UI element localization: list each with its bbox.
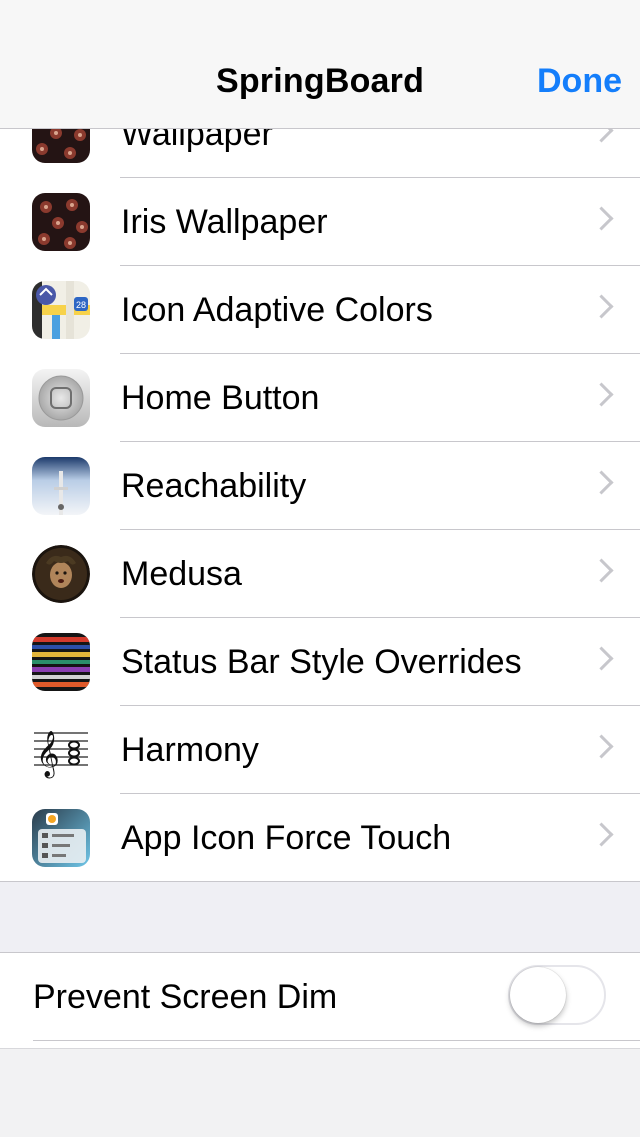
bottom-toolbar xyxy=(0,1048,640,1137)
list-item-app-icon-force-touch[interactable]: App Icon Force Touch xyxy=(0,794,640,882)
maps-icon: 28 xyxy=(32,281,90,339)
section-gap xyxy=(0,882,640,953)
chevron-right-icon xyxy=(589,646,614,671)
list-item-status-bar-style-overrides[interactable]: Status Bar Style Overrides xyxy=(0,618,640,706)
list-item-label: Home Button xyxy=(121,379,320,417)
list-item-medusa[interactable]: Medusa xyxy=(0,530,640,618)
list-item-label: Icon Adaptive Colors xyxy=(121,291,433,329)
status-bar-icon xyxy=(32,633,90,691)
medusa-icon xyxy=(32,545,90,603)
list-item-label: Iris Wallpaper xyxy=(121,203,328,241)
list-item-label: Reachability xyxy=(121,467,307,505)
done-button[interactable]: Done xyxy=(537,62,622,101)
iris-wallpaper-icon xyxy=(32,193,90,251)
home-button-icon xyxy=(32,369,90,427)
chevron-right-icon xyxy=(589,382,614,407)
list-item-icon-adaptive-colors[interactable]: 28 Icon Adaptive Colors xyxy=(0,266,640,354)
svg-text:28: 28 xyxy=(76,300,86,310)
prevent-screen-dim-label: Prevent Screen Dim xyxy=(33,978,338,1016)
separator xyxy=(33,1040,640,1041)
chevron-right-icon xyxy=(589,734,614,759)
chevron-right-icon xyxy=(589,558,614,583)
prevent-screen-dim-row: Prevent Screen Dim xyxy=(0,953,640,1041)
prevent-screen-dim-toggle[interactable] xyxy=(508,965,606,1025)
music-staff-icon: 𝄞 xyxy=(32,721,90,779)
chevron-right-icon xyxy=(589,470,614,495)
navigation-bar: SpringBoard Done xyxy=(0,0,640,129)
list-item-label: Medusa xyxy=(121,555,242,593)
chevron-right-icon xyxy=(589,206,614,231)
list-item-home-button[interactable]: Home Button xyxy=(0,354,640,442)
chevron-right-icon xyxy=(589,822,614,847)
force-touch-icon xyxy=(32,809,90,867)
settings-list: Wallpaper Iris Wallpaper 28 Icon Adaptiv… xyxy=(0,90,640,882)
list-item-label: Status Bar Style Overrides xyxy=(121,643,522,681)
list-item-harmony[interactable]: 𝄞 Harmony xyxy=(0,706,640,794)
svg-text:𝄞: 𝄞 xyxy=(36,731,60,779)
list-item-iris-wallpaper[interactable]: Iris Wallpaper xyxy=(0,178,640,266)
list-item-label: Harmony xyxy=(121,731,259,769)
chevron-right-icon xyxy=(589,294,614,319)
list-item-label: App Icon Force Touch xyxy=(121,819,452,857)
reachability-icon xyxy=(32,457,90,515)
list-item-reachability[interactable]: Reachability xyxy=(0,442,640,530)
toggle-knob xyxy=(510,967,566,1023)
